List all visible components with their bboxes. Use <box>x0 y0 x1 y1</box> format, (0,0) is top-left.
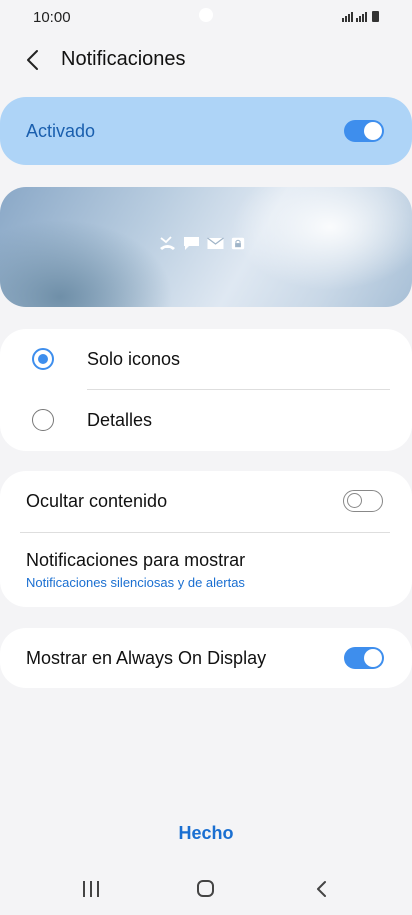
lock-icon <box>231 237 245 250</box>
radio-selected[interactable] <box>32 348 54 370</box>
battery-icon <box>372 11 379 22</box>
app-header: Notificaciones <box>0 40 412 80</box>
notification-style-options: Solo iconos Detalles <box>0 329 412 451</box>
aod-label: Mostrar en Always On Display <box>26 648 267 668</box>
missed-call-icon <box>160 236 175 250</box>
done-button[interactable]: Hecho <box>0 823 412 844</box>
home-icon[interactable] <box>197 880 214 897</box>
hide-content-row[interactable]: Ocultar contenido <box>0 471 412 532</box>
master-toggle-switch[interactable] <box>344 120 384 142</box>
hide-content-toggle[interactable] <box>343 490 383 512</box>
camera-cutout <box>199 8 213 22</box>
signal-icon <box>342 12 353 22</box>
hide-content-label: Ocultar contenido <box>26 491 168 511</box>
notifications-to-show-value: Notificaciones silenciosas y de alertas <box>26 575 245 590</box>
signal-icon <box>356 12 367 22</box>
recent-apps-icon[interactable] <box>83 881 99 897</box>
status-time: 10:00 <box>33 9 71 26</box>
aod-row[interactable]: Mostrar en Always On Display <box>0 628 412 688</box>
aod-toggle[interactable] <box>344 647 384 669</box>
back-nav-icon[interactable] <box>314 880 330 898</box>
status-icons <box>342 11 379 22</box>
notifications-to-show-row[interactable]: Notificaciones para mostrar Notificacion… <box>0 533 412 607</box>
page-title: Notificaciones <box>61 48 186 70</box>
back-button[interactable] <box>22 48 46 72</box>
radio-unselected[interactable] <box>32 409 54 431</box>
message-icon <box>184 237 199 250</box>
option-detalles[interactable]: Detalles <box>0 390 412 451</box>
master-toggle-row[interactable]: Activado <box>0 97 412 165</box>
email-icon <box>207 237 224 249</box>
status-bar: 10:00 <box>0 0 412 36</box>
chevron-left-icon <box>27 50 38 70</box>
content-settings-card: Ocultar contenido Notificaciones para mo… <box>0 471 412 607</box>
notifications-to-show-label: Notificaciones para mostrar <box>26 550 246 570</box>
master-toggle-label: Activado <box>26 121 96 141</box>
navigation-bar <box>0 870 412 910</box>
option-label: Detalles <box>87 410 153 430</box>
preview-notification-icons <box>159 236 245 251</box>
option-label: Solo iconos <box>87 349 181 369</box>
option-solo-iconos[interactable]: Solo iconos <box>0 329 412 390</box>
